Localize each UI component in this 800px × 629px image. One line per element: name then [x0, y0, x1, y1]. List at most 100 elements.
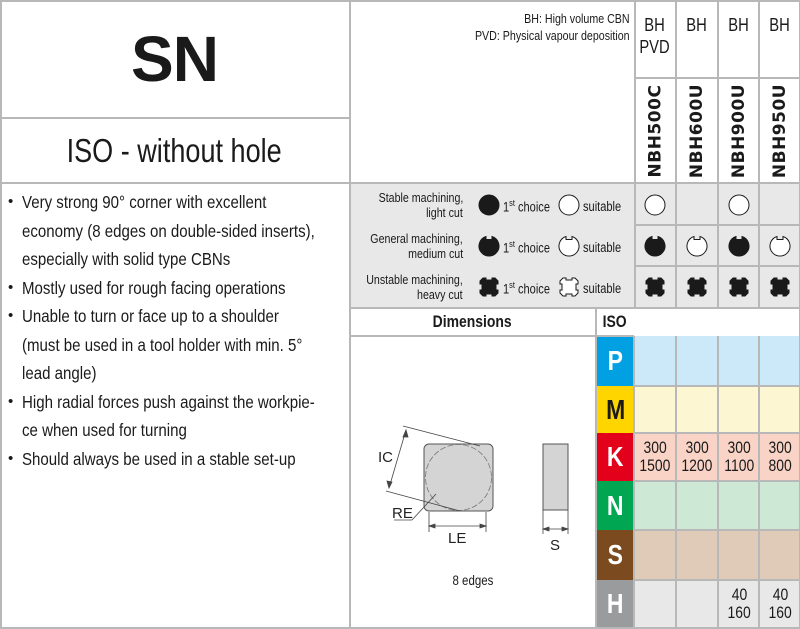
feature-text: Mostly used for rough facing operations: [22, 277, 286, 298]
grade-code[interactable]: NBH950U: [759, 82, 800, 180]
grid-line: [717, 0, 719, 308]
le-dimension: [427, 512, 488, 532]
feature-item: • Mostly used for rough facing operations: [6, 274, 346, 303]
feature-text: economy (8 edges on double-sided inserts…: [22, 220, 315, 241]
grade-code-text: NBH950U: [770, 83, 791, 179]
grade-code-text: NBH900U: [729, 83, 750, 179]
grade-type-label: BH: [728, 15, 750, 35]
grade-suitability-first-icon: [759, 266, 800, 308]
feature-item: • Unable to turn or face up to a shoulder: [6, 302, 346, 331]
iso-badge-k: K: [597, 433, 634, 481]
feature-text: (must be used in a tool holder with min.…: [22, 334, 303, 355]
machining-condition-label: Unstable machining, heavy cut: [366, 272, 463, 302]
grid-line: [349, 0, 351, 629]
feature-text: especially with solid type CBNs: [22, 249, 231, 269]
grade-code[interactable]: NBH500C: [634, 82, 676, 180]
grid-line: [350, 335, 634, 337]
bullet-icon: •: [8, 392, 14, 410]
grid-line: [633, 336, 635, 628]
bullet-icon: •: [8, 449, 14, 467]
grade-type-label: BH: [686, 15, 708, 35]
grid-line: [758, 0, 760, 308]
machining-legend: 1st choice suitable: [478, 276, 630, 301]
grade-suitability-first-icon: [634, 266, 676, 308]
cross-notched-outline-icon: [558, 276, 580, 301]
feature-list: • Very strong 90° corner with excellent ec…: [6, 188, 346, 473]
bullet-icon: •: [8, 193, 14, 210]
bullet-icon: •: [8, 278, 14, 296]
grid-line: [595, 308, 597, 628]
grade-type-label: BH: [644, 15, 666, 35]
feature-item-continuation: especially with solid type CBNs: [6, 245, 346, 274]
grid-line: [0, 0, 800, 2]
grid-line: [675, 0, 677, 308]
grade-code[interactable]: NBH600U: [676, 82, 718, 180]
feature-text: lead angle): [22, 363, 97, 383]
iso-letter: M: [605, 393, 626, 425]
feature-item-continuation: (must be used in a tool holder with min.…: [6, 331, 346, 360]
machining-condition-label: Stable machining, light cut: [378, 190, 463, 220]
circle-filled-icon: [478, 194, 500, 219]
feature-text: ce when used for turning: [22, 420, 187, 440]
insert-shape-title: SN: [0, 0, 349, 118]
edges-count: 8 edges: [350, 572, 595, 588]
grade-suitability-first-icon: [718, 266, 760, 308]
iso-heading-text: ISO: [602, 312, 627, 331]
cutting-speed-value: 40 160: [727, 584, 751, 622]
iso-letter: P: [607, 345, 624, 376]
ic-label: IC: [378, 449, 393, 466]
feature-item: • High radial forces push against the wor…: [6, 388, 346, 417]
feature-item-continuation: ce when used for turning: [6, 416, 346, 445]
insert-top-view: [423, 443, 494, 512]
grade-suitability-suitable-icon: [718, 184, 760, 226]
feature-text: Should always be used in a stable set-up: [22, 448, 296, 469]
iso-badge-p: P: [597, 336, 634, 386]
grid-line: [758, 336, 760, 628]
legend-line-pvd: PVD: Physical vapour deposition: [475, 28, 630, 43]
feature-text: High radial forces push against the work…: [22, 391, 315, 412]
suitable-label: suitable: [583, 199, 622, 214]
iso-badge-h: H: [597, 580, 634, 627]
suitable-label: suitable: [583, 281, 622, 296]
bullet-icon: •: [8, 307, 14, 324]
grade-type-label: BH: [769, 15, 791, 35]
feature-item: • Should always be used in a stable set-u…: [6, 445, 346, 474]
grade-type-header: BH PVD: [634, 14, 676, 58]
grid-line: [717, 336, 719, 628]
iso-letter: N: [607, 489, 624, 521]
iso-badge-n: N: [597, 481, 634, 530]
subtitle-text: ISO - without hole: [66, 131, 283, 169]
feature-item: • Very strong 90° corner with excellent: [6, 188, 346, 217]
grid-line: [675, 336, 677, 628]
grade-code[interactable]: NBH900U: [718, 82, 760, 180]
feature-text: Very strong 90° corner with excellent: [22, 192, 267, 212]
grade-type-header: BH: [676, 14, 718, 36]
iso-letter: H: [607, 587, 624, 619]
grid-line: [634, 0, 636, 308]
s-dimension: [541, 510, 570, 534]
legend-line-bh: BH: High volume CBN: [524, 11, 630, 26]
cutting-speed-value: 300 1500: [639, 438, 671, 475]
grade-suitability-suitable-icon: [634, 184, 676, 226]
insert-subtitle: ISO - without hole: [0, 118, 349, 183]
cross-notched-filled-icon: [478, 276, 500, 301]
cutting-speed-value: 40 160: [768, 584, 792, 622]
iso-letter: K: [607, 441, 624, 472]
grade-suitability-first-icon: [718, 225, 760, 267]
feature-text: Unable to turn or face up to a shoulder: [22, 306, 279, 326]
grade-code-text: NBH600U: [687, 83, 708, 179]
dimensions-heading: Dimensions: [350, 308, 595, 336]
grade-suitability-suitable-icon: [676, 225, 718, 267]
circle-outline-icon: [558, 194, 580, 219]
grid-line: [0, 182, 800, 184]
machining-legend: 1st choice suitable: [478, 194, 630, 219]
cutting-speed-value: 300 1100: [724, 438, 754, 475]
s-label: S: [550, 537, 560, 554]
feature-item-continuation: lead angle): [6, 359, 346, 388]
iso-badge-m: M: [597, 386, 634, 433]
grade-type-header: BH: [718, 14, 760, 36]
grade-type-label: PVD: [639, 37, 671, 57]
edges-count-text: 8 edges: [452, 572, 493, 588]
feature-item-continuation: economy (8 edges on double-sided inserts…: [6, 217, 346, 246]
le-label: LE: [448, 530, 466, 547]
